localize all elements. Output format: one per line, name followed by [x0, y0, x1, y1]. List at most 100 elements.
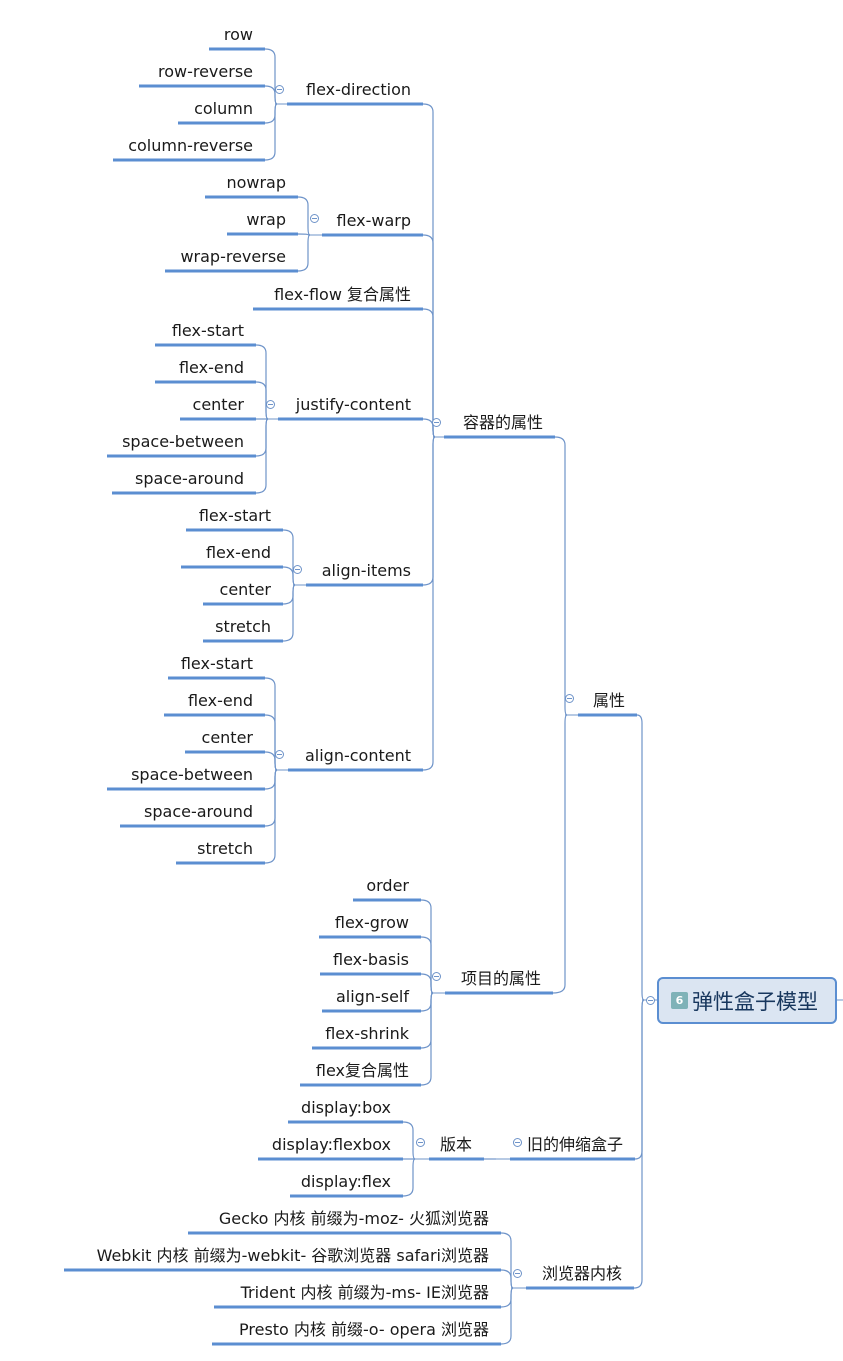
collapse-icon[interactable]	[432, 972, 441, 981]
collapse-icon[interactable]	[310, 214, 319, 223]
topic-flex-warp[interactable]: flex-warp	[336, 211, 411, 231]
connector-branch	[636, 714, 645, 1001]
collapse-icon[interactable]	[513, 1269, 522, 1278]
connector-branch	[422, 103, 436, 438]
topic-presto-o-opera[interactable]: Presto 内核 前缀-o- opera 浏览器	[239, 1320, 489, 1340]
topic-gecko-moz[interactable]: Gecko 内核 前缀为-moz- 火狐浏览器	[219, 1209, 489, 1229]
topic-flex-shrink[interactable]: flex-shrink	[325, 1024, 409, 1044]
connector-branch	[255, 344, 269, 420]
collapse-icon[interactable]	[266, 400, 275, 409]
connector-branch	[554, 436, 568, 716]
topic-cjk[interactable]: 容器的属性	[463, 413, 543, 433]
connector-branch	[422, 436, 436, 586]
connector-branch	[500, 1287, 514, 1345]
topic-flex-end[interactable]: flex-end	[188, 691, 253, 711]
connector-branch	[282, 584, 296, 605]
topic-row-reverse[interactable]: row-reverse	[158, 62, 253, 82]
topic-flex-start[interactable]: flex-start	[199, 506, 271, 526]
topic-wrap[interactable]: wrap	[246, 210, 286, 230]
topic-flex-start[interactable]: flex-start	[172, 321, 244, 341]
connector-branch	[420, 992, 434, 1012]
connector-branch	[634, 999, 645, 1160]
connector-branch	[264, 48, 278, 105]
connector-branch	[297, 233, 311, 236]
topic-space-between[interactable]: space-between	[122, 432, 244, 452]
connector-branch	[420, 936, 434, 994]
mind-map-canvas: 属性 容器的属性 flex-direction row row-reverse colum…	[0, 0, 843, 1361]
connector-branch	[264, 714, 278, 771]
connector-branch	[500, 1269, 514, 1289]
topic-center[interactable]: center	[193, 395, 244, 415]
topic-align-items[interactable]: align-items	[322, 561, 411, 581]
topic-flex-end[interactable]: flex-end	[206, 543, 271, 563]
connector-branch	[282, 529, 296, 586]
root-topic[interactable]: 6 弹性盒子模型	[657, 977, 837, 1024]
connector-branch	[255, 418, 269, 457]
collapse-icon[interactable]	[513, 1138, 522, 1147]
topic-nowrap[interactable]: nowrap	[226, 173, 286, 193]
topic-center[interactable]: center	[202, 728, 253, 748]
topic-cjk[interactable]: 版本	[440, 1135, 472, 1155]
connector-layer	[64, 47, 843, 1346]
topic-flex-direction[interactable]: flex-direction	[306, 80, 411, 100]
topic-display-flex[interactable]: display:flex	[301, 1172, 391, 1192]
topic-flex-basis[interactable]: flex-basis	[333, 950, 409, 970]
collapse-icon[interactable]	[293, 565, 302, 574]
connector-branch	[264, 103, 278, 161]
connector-branch	[402, 1158, 416, 1197]
collapse-root-icon[interactable]	[646, 996, 655, 1005]
topic-space-around[interactable]: space-around	[135, 469, 244, 489]
topic-stretch[interactable]: stretch	[197, 839, 253, 859]
topic-space-between[interactable]: space-between	[131, 765, 253, 785]
connector-branch	[420, 992, 434, 1049]
topic-space-around[interactable]: space-around	[144, 802, 253, 822]
topic-wrap-reverse[interactable]: wrap-reverse	[180, 247, 286, 267]
connector-branch	[297, 196, 311, 236]
collapse-icon[interactable]	[275, 85, 284, 94]
collapse-icon[interactable]	[416, 1138, 425, 1147]
root-topic-title: 弹性盒子模型	[692, 989, 818, 1014]
connector-branch	[297, 234, 311, 272]
topic-cjk[interactable]: 旧的伸缩盒子	[527, 1135, 623, 1155]
topic-trident-ms-ie[interactable]: Trident 内核 前缀为-ms- IE浏览器	[241, 1283, 489, 1303]
collapse-icon[interactable]	[275, 750, 284, 759]
topic-display-box[interactable]: display:box	[301, 1098, 391, 1118]
topic-cjk[interactable]: 浏览器内核	[542, 1264, 622, 1284]
topic-cjk[interactable]: 项目的属性	[461, 969, 541, 989]
connector-branch	[282, 584, 296, 642]
connector-branch	[402, 1121, 416, 1160]
priority-6-icon: 6	[671, 992, 688, 1009]
connector-branch	[420, 992, 434, 1086]
topic-webkit-webkit-safari[interactable]: Webkit 内核 前缀为-webkit- 谷歌浏览器 safari浏览器	[97, 1246, 489, 1266]
collapse-icon[interactable]	[565, 694, 574, 703]
connector-branch	[420, 899, 434, 994]
connector-branch	[633, 999, 645, 1289]
topic-flex-end[interactable]: flex-end	[179, 358, 244, 378]
connector-branch	[422, 436, 436, 771]
topic-align-content[interactable]: align-content	[305, 746, 411, 766]
topic-display-flexbox[interactable]: display:flexbox	[272, 1135, 391, 1155]
topic-stretch[interactable]: stretch	[215, 617, 271, 637]
connector-branch	[264, 769, 278, 827]
topic-flex-start[interactable]: flex-start	[181, 654, 253, 674]
connector-branch	[500, 1287, 514, 1308]
topic-cjk[interactable]: 属性	[593, 691, 625, 711]
connector-branch	[552, 714, 568, 994]
topic-flex-flow[interactable]: flex-flow 复合属性	[274, 285, 411, 305]
topic-align-self[interactable]: align-self	[336, 987, 409, 1007]
connector-branch	[500, 1232, 514, 1289]
topic-flex-grow[interactable]: flex-grow	[335, 913, 409, 933]
topic-center[interactable]: center	[220, 580, 271, 600]
topic-row[interactable]: row	[224, 25, 253, 45]
connector-branch	[264, 769, 278, 864]
topic-column-reverse[interactable]: column-reverse	[128, 136, 253, 156]
topic-justify-content[interactable]: justify-content	[296, 395, 411, 415]
connector-branch	[264, 103, 278, 124]
collapse-icon[interactable]	[432, 418, 441, 427]
topic-flex[interactable]: flex复合属性	[316, 1061, 409, 1081]
topic-order[interactable]: order	[366, 876, 409, 896]
connector-branch	[255, 418, 269, 494]
connector-branch	[264, 769, 278, 790]
connector-branch	[422, 234, 436, 438]
topic-column[interactable]: column	[194, 99, 253, 119]
